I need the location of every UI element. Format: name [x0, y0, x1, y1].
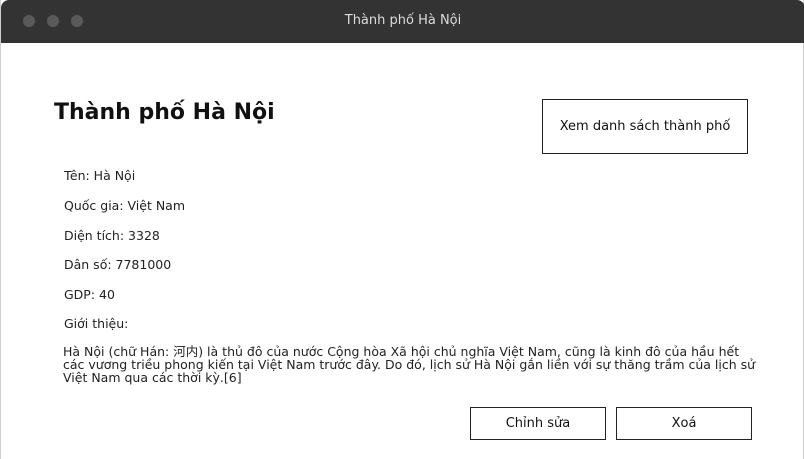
city-area-field: Diện tích: 3328 [64, 228, 160, 243]
city-population-field: Dân số: 7781000 [64, 257, 172, 272]
window-title: Thành phố Hà Nội [344, 13, 462, 28]
delete-button[interactable]: Xoá [616, 407, 752, 440]
intro-label: Giới thiệu: [64, 316, 129, 331]
city-gdp-field: GDP: 40 [64, 287, 115, 302]
app-window: Thành phố Hà Nội Thành phố Hà Nội Xem da… [0, 0, 804, 459]
edit-button[interactable]: Chỉnh sửa [470, 407, 606, 440]
title-bar: Thành phố Hà Nội [1, 0, 804, 43]
view-city-list-button[interactable]: Xem danh sách thành phố [542, 99, 748, 154]
intro-text: Hà Nội (chữ Hán: 河内) là thủ đô của nước … [63, 344, 756, 385]
city-name-field: Tên: Hà Nội [64, 168, 136, 183]
page-title: Thành phố Hà Nội [54, 100, 275, 125]
city-country-field: Quốc gia: Việt Nam [64, 198, 186, 213]
